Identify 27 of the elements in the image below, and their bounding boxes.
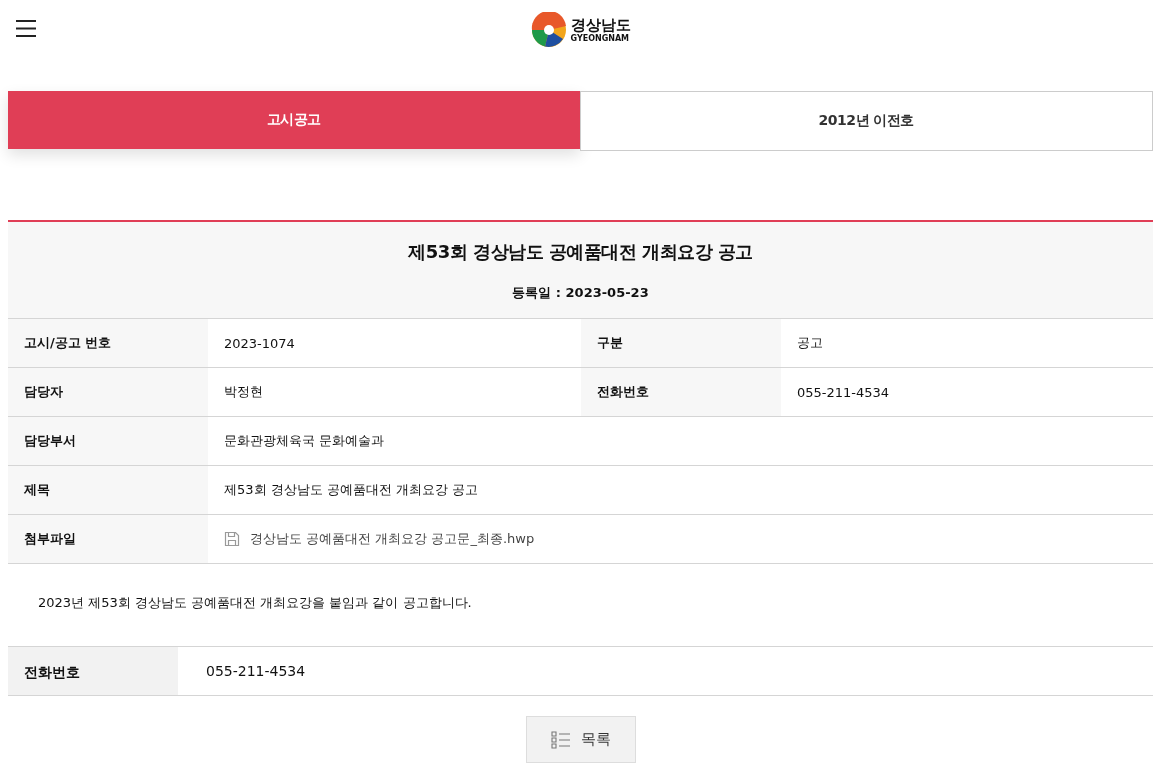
menu-icon[interactable] <box>16 20 36 37</box>
field-value: 문화관광체육국 문화예술과 <box>223 432 386 450</box>
field-label: 고시/공고 번호 <box>8 319 208 367</box>
field-label: 구분 <box>581 319 781 367</box>
article-title: 제53회 경상남도 공예품대전 개최요강 공고 <box>408 240 753 264</box>
field-label: 제목 <box>8 466 208 514</box>
field-value: 2023-1074 <box>223 334 296 353</box>
contact-label: 전화번호 <box>8 647 178 695</box>
field-label: 전화번호 <box>581 368 781 416</box>
field-label: 담당부서 <box>8 417 208 465</box>
list-button[interactable]: 목록 <box>525 716 636 763</box>
registration-date: 등록일 : 2023-05-23 <box>512 284 649 302</box>
logo-icon <box>530 12 567 48</box>
file-link[interactable]: 경상남도 공예품대전 개최요강 공고문_최종.hwp <box>250 530 535 548</box>
field-value: 박정현 <box>223 383 264 401</box>
field-value: 055-211-4534 <box>796 383 891 402</box>
tab[interactable]: 고시공고 <box>8 91 580 149</box>
contact-value: 055-211-4534 <box>205 662 307 681</box>
tab[interactable]: 2012년 이전호 <box>579 91 1153 151</box>
field-label: 담당자 <box>8 368 208 416</box>
logo-subtitle: GYEONGNAM <box>570 34 631 43</box>
list-icon <box>550 730 571 749</box>
field-value: 공고 <box>796 334 824 352</box>
logo-name: 경상남도 <box>570 17 631 33</box>
field-label: 첨부파일 <box>8 515 208 563</box>
field-value: 제53회 경상남도 공예품대전 개최요강 공고 <box>223 481 480 499</box>
save-icon <box>224 531 240 547</box>
